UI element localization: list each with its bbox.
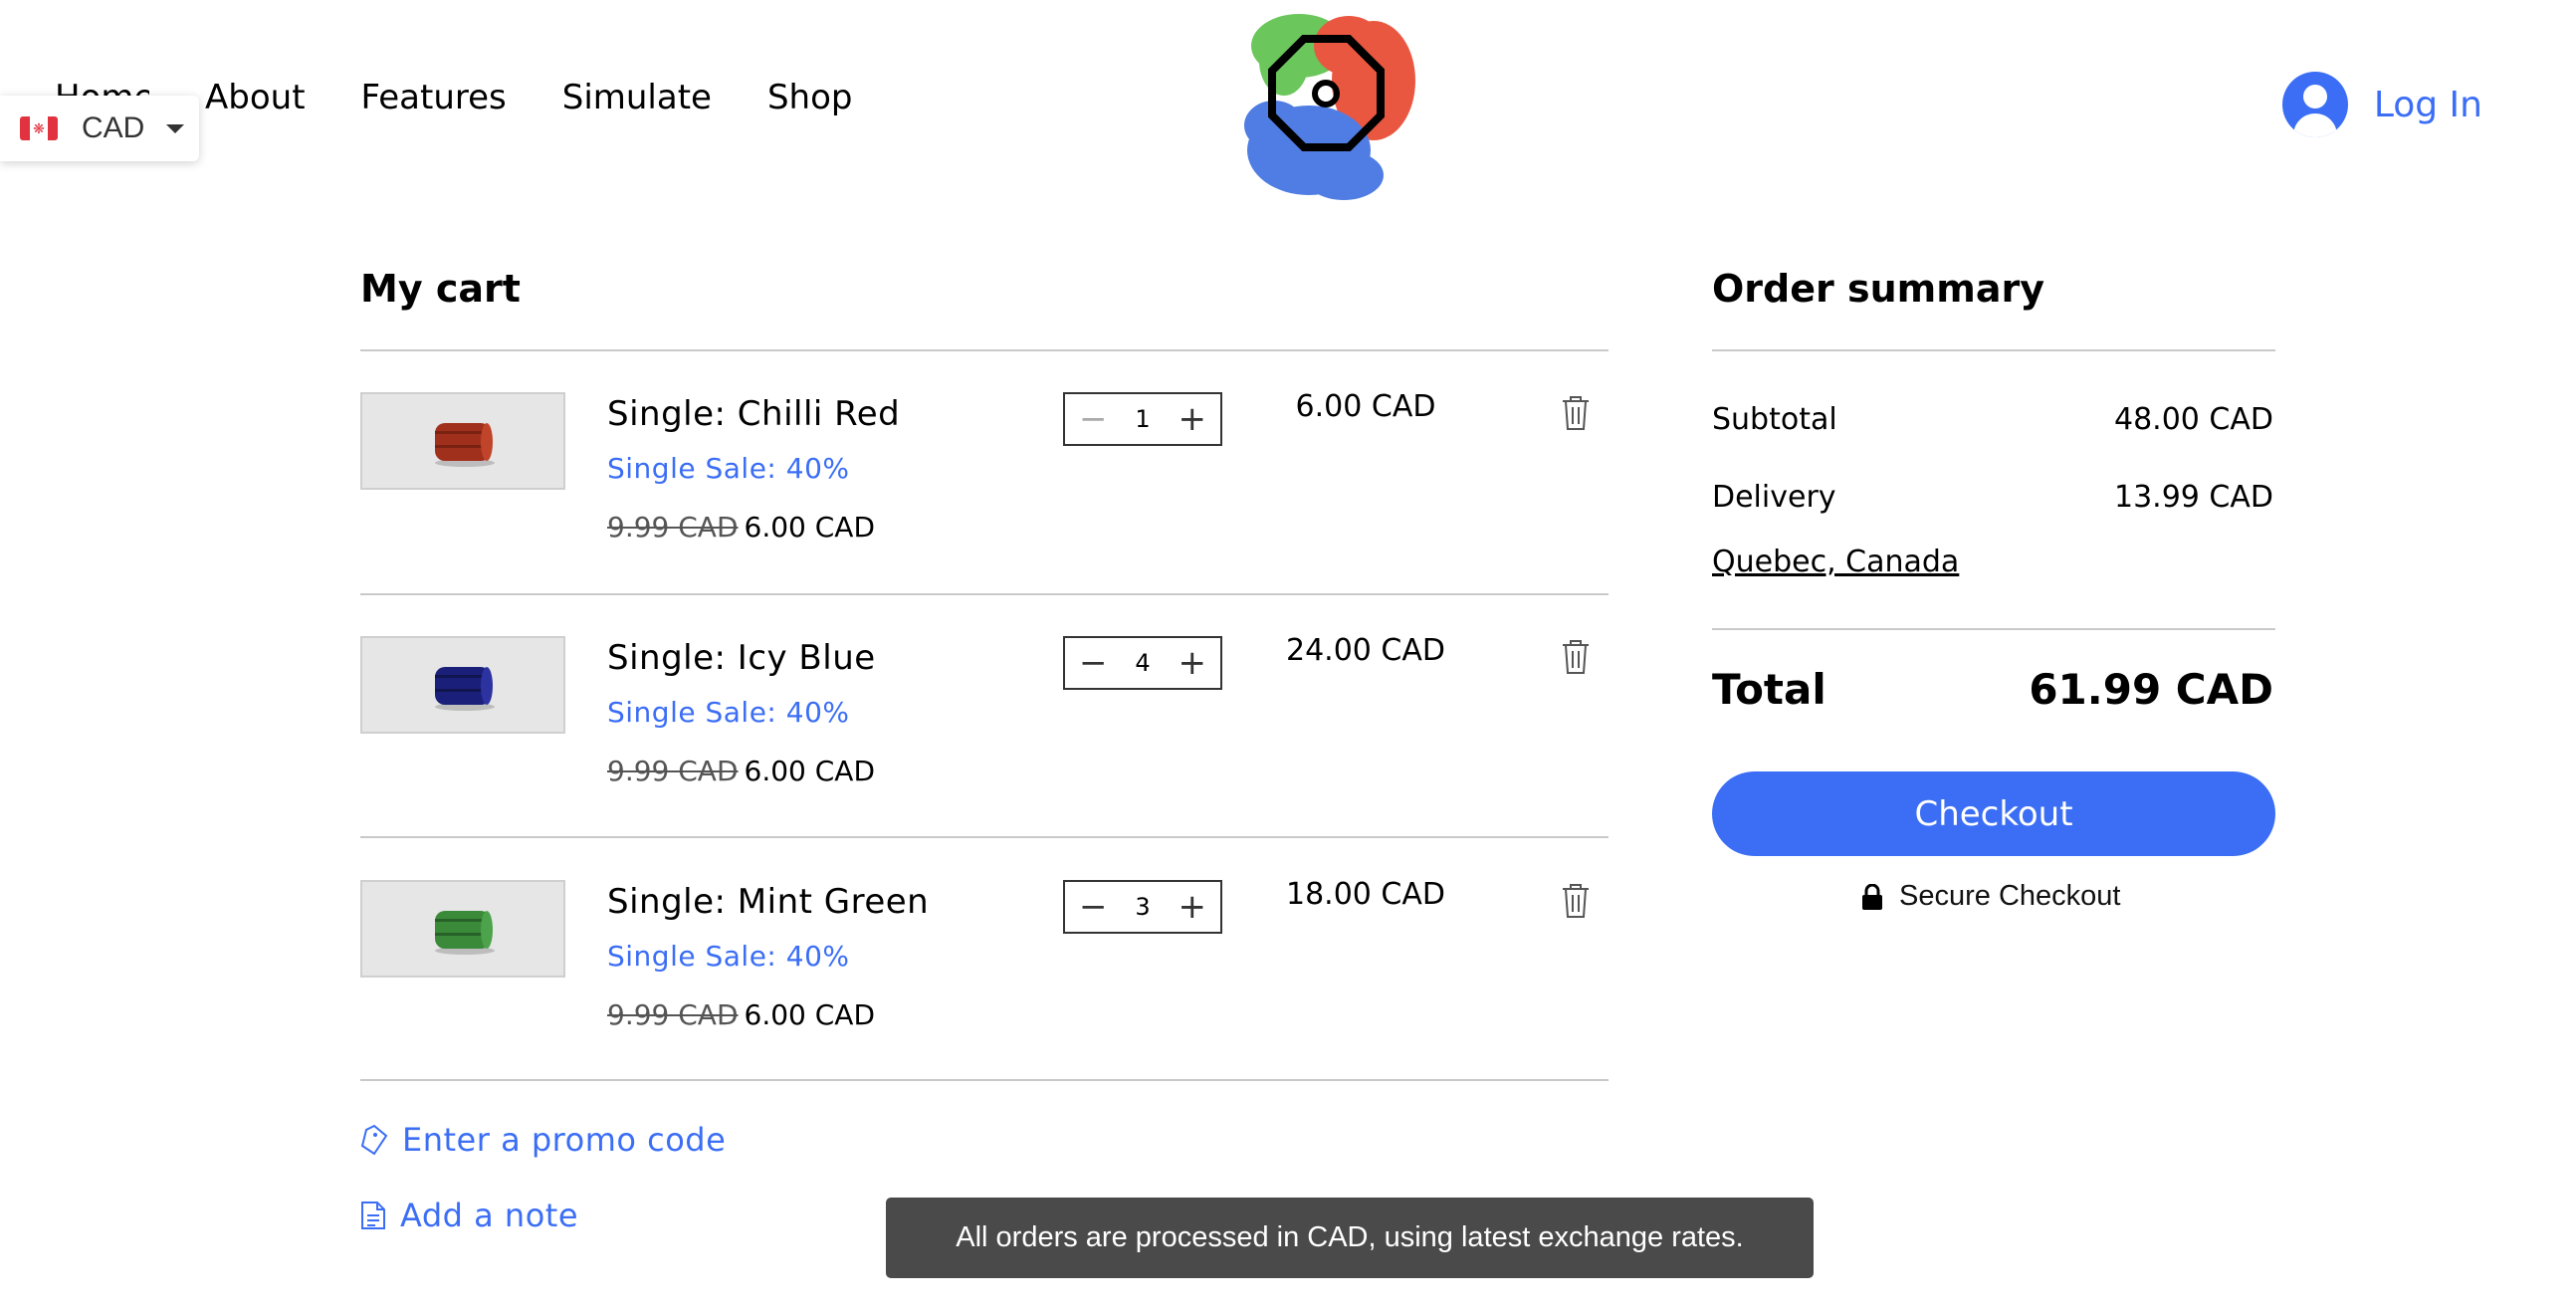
old-price: 9.99 CAD bbox=[607, 998, 739, 1031]
cart-item: Single: Mint Green Single Sale: 40% 9.99… bbox=[360, 847, 1609, 1091]
total-label: Total bbox=[1712, 665, 1826, 714]
increase-quantity-button[interactable]: + bbox=[1179, 646, 1207, 680]
trash-icon[interactable] bbox=[1561, 394, 1591, 432]
cart-item: Single: Icy Blue Single Sale: 40% 9.99 C… bbox=[360, 603, 1609, 847]
nav-about[interactable]: About bbox=[205, 78, 306, 117]
new-price: 6.00 CAD bbox=[744, 511, 876, 544]
total-value: 61.99 CAD bbox=[2029, 665, 2273, 714]
product-chilli-red-image bbox=[435, 423, 495, 467]
product-image[interactable] bbox=[360, 392, 565, 490]
sale-label: Single Sale: 40% bbox=[607, 452, 850, 485]
divider bbox=[360, 349, 1609, 351]
promo-code-label: Enter a promo code bbox=[402, 1121, 727, 1159]
line-total: 6.00 CAD bbox=[1295, 389, 1436, 424]
decrease-quantity-button[interactable]: − bbox=[1079, 646, 1108, 680]
subtotal-row: Subtotal 48.00 CAD bbox=[1712, 402, 2273, 437]
trash-icon[interactable] bbox=[1561, 882, 1591, 920]
delivery-value: 13.99 CAD bbox=[2114, 480, 2273, 515]
cart-title: My cart bbox=[360, 267, 521, 311]
trash-icon[interactable] bbox=[1561, 638, 1591, 676]
nav-shop[interactable]: Shop bbox=[767, 78, 853, 117]
quantity-stepper: − 1 + bbox=[1063, 392, 1222, 446]
old-price: 9.99 CAD bbox=[607, 511, 739, 544]
unit-price: 9.99 CAD 6.00 CAD bbox=[607, 511, 875, 544]
delivery-location-link[interactable]: Quebec, Canada bbox=[1712, 545, 1959, 579]
new-price: 6.00 CAD bbox=[744, 755, 876, 787]
checkout-button[interactable]: Checkout bbox=[1712, 771, 2275, 856]
nav-simulate[interactable]: Simulate bbox=[562, 78, 712, 117]
divider bbox=[360, 1079, 1609, 1081]
product-image[interactable] bbox=[360, 636, 565, 734]
secure-checkout: Secure Checkout bbox=[1861, 880, 2120, 913]
divider bbox=[1712, 349, 2275, 351]
product-name[interactable]: Single: Icy Blue bbox=[607, 638, 876, 678]
sale-label: Single Sale: 40% bbox=[607, 696, 850, 729]
product-image[interactable] bbox=[360, 880, 565, 978]
line-total: 24.00 CAD bbox=[1286, 633, 1445, 668]
toast-message: All orders are processed in CAD, using l… bbox=[956, 1221, 1744, 1253]
site-logo[interactable] bbox=[1229, 6, 1423, 205]
add-note-link[interactable]: Add a note bbox=[360, 1197, 578, 1234]
product-name[interactable]: Single: Chilli Red bbox=[607, 394, 900, 434]
subtotal-label: Subtotal bbox=[1712, 402, 1837, 437]
chevron-down-icon bbox=[166, 123, 185, 133]
product-mint-green-image bbox=[435, 911, 495, 955]
divider bbox=[360, 836, 1609, 838]
old-price: 9.99 CAD bbox=[607, 755, 739, 787]
cart-item: Single: Chilli Red Single Sale: 40% 9.99… bbox=[360, 359, 1609, 603]
currency-value: CAD bbox=[82, 111, 145, 144]
login-button[interactable]: Log In bbox=[2281, 72, 2482, 137]
quantity-stepper: − 4 + bbox=[1063, 636, 1222, 690]
secure-checkout-label: Secure Checkout bbox=[1899, 880, 2121, 912]
lock-icon bbox=[1862, 883, 1882, 910]
quantity-value[interactable]: 3 bbox=[1135, 893, 1150, 921]
note-icon bbox=[361, 1202, 385, 1229]
promo-code-link[interactable]: Enter a promo code bbox=[360, 1121, 726, 1159]
divider bbox=[360, 593, 1609, 595]
tag-icon bbox=[360, 1124, 388, 1156]
nav-features[interactable]: Features bbox=[361, 78, 507, 117]
quantity-value[interactable]: 4 bbox=[1135, 649, 1150, 677]
sale-label: Single Sale: 40% bbox=[607, 940, 850, 973]
total-row: Total 61.99 CAD bbox=[1712, 665, 2273, 714]
product-name[interactable]: Single: Mint Green bbox=[607, 882, 929, 922]
increase-quantity-button[interactable]: + bbox=[1179, 402, 1207, 436]
currency-selector[interactable]: ❋ CAD bbox=[0, 96, 199, 161]
decrease-quantity-button[interactable]: − bbox=[1079, 402, 1108, 436]
add-note-label: Add a note bbox=[400, 1197, 578, 1234]
currency-notice-toast: All orders are processed in CAD, using l… bbox=[886, 1198, 1814, 1278]
canada-flag-icon: ❋ bbox=[20, 116, 58, 140]
new-price: 6.00 CAD bbox=[744, 998, 876, 1031]
subtotal-value: 48.00 CAD bbox=[2114, 402, 2273, 437]
delivery-row: Delivery 13.99 CAD bbox=[1712, 480, 2273, 515]
user-avatar-icon bbox=[2281, 72, 2348, 137]
increase-quantity-button[interactable]: + bbox=[1179, 890, 1207, 924]
line-total: 18.00 CAD bbox=[1286, 877, 1445, 912]
delivery-label: Delivery bbox=[1712, 480, 1836, 515]
quantity-value[interactable]: 1 bbox=[1135, 405, 1150, 433]
product-icy-blue-image bbox=[435, 667, 495, 711]
order-summary-title: Order summary bbox=[1712, 267, 2045, 311]
divider bbox=[1712, 628, 2275, 630]
login-label: Log In bbox=[2373, 84, 2482, 125]
quantity-stepper: − 3 + bbox=[1063, 880, 1222, 934]
decrease-quantity-button[interactable]: − bbox=[1079, 890, 1108, 924]
unit-price: 9.99 CAD 6.00 CAD bbox=[607, 998, 875, 1031]
unit-price: 9.99 CAD 6.00 CAD bbox=[607, 755, 875, 787]
